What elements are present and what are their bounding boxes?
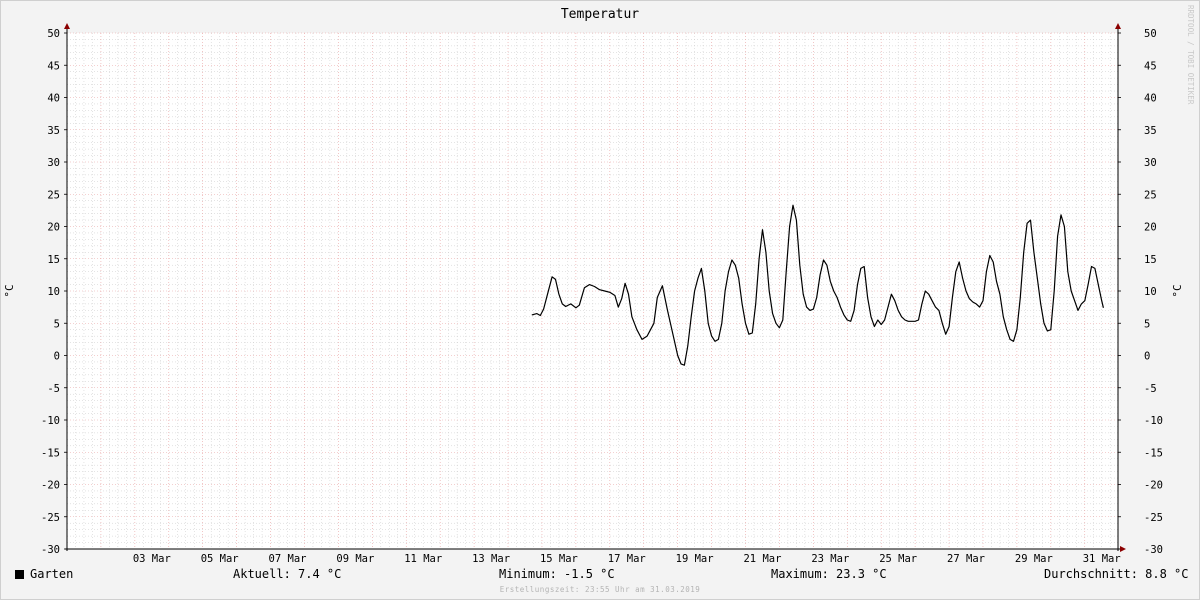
y-tick-label: -5 — [1144, 383, 1157, 395]
legend-current: Aktuell: 7.4 °C — [233, 567, 341, 581]
x-tick-label: 19 Mar — [676, 553, 714, 565]
x-tick-label: 31 Mar — [1083, 553, 1121, 565]
y-axis-left: -30 -25 -20 -15 -10 -5 0 5 10 15 20 25 30 35 40 45 50 — [41, 28, 67, 556]
y-tick-label: 0 — [54, 351, 60, 363]
creation-time-footer: Erstellungszeit: 23:55 Uhr am 31.03.2019 — [499, 585, 701, 594]
legend-avg-value: 8.8 °C — [1145, 567, 1189, 581]
y-tick-label: 40 — [1144, 93, 1157, 105]
y-tick-label: 15 — [1144, 254, 1157, 266]
x-tick-label: 25 Mar — [879, 553, 917, 565]
chart-title: Temperatur — [561, 7, 639, 22]
y-tick-label: 5 — [1144, 318, 1150, 330]
legend-max-value: 23.3 °C — [836, 567, 887, 581]
x-tick-label: 27 Mar — [947, 553, 985, 565]
y-tick-label: -15 — [41, 447, 60, 459]
y-axis-arrow — [64, 23, 70, 29]
x-axis: 03 Mar 05 Mar 07 Mar 09 Mar 11 Mar 13 Mar 15 M… — [133, 553, 1121, 565]
x-axis-arrow — [1120, 546, 1126, 552]
y-tick-label: 15 — [47, 254, 60, 266]
y-tick-label: 30 — [1144, 157, 1157, 169]
y-tick-label: 45 — [47, 60, 60, 72]
x-tick-label: 13 Mar — [472, 553, 510, 565]
legend-avg-label: Durchschnitt: — [1044, 567, 1138, 581]
y-tick-label: 35 — [1144, 125, 1157, 137]
y-tick-label: -10 — [1144, 415, 1163, 427]
y-tick-label: 50 — [1144, 28, 1157, 40]
y-tick-label: -20 — [1144, 480, 1163, 492]
x-tick-label: 21 Mar — [743, 553, 781, 565]
x-tick-label: 11 Mar — [404, 553, 442, 565]
y-axis-label-right: °C — [1171, 284, 1184, 297]
y-axis-arrow-right — [1115, 23, 1121, 29]
y-tick-label: 25 — [1144, 189, 1157, 201]
legend-minimum: Minimum: -1.5 °C — [499, 567, 615, 581]
legend-swatch-garten — [15, 570, 24, 579]
y-tick-label: -30 — [41, 544, 60, 556]
watermark: RRDTOOL / TOBI OETIKER — [1186, 5, 1195, 105]
y-tick-label: 40 — [47, 93, 60, 105]
legend-average: Durchschnitt: 8.8 °C — [1044, 567, 1189, 581]
x-tick-label: 03 Mar — [133, 553, 171, 565]
y-tick-label: -25 — [41, 512, 60, 524]
y-axis-right: -30 -25 -20 -15 -10 -5 0 5 10 15 20 25 30 35 40 45 50 — [1118, 28, 1163, 556]
x-tick-label: 05 Mar — [201, 553, 239, 565]
y-tick-label: 20 — [1144, 222, 1157, 234]
legend-min-label: Minimum: — [499, 567, 557, 581]
y-tick-label: 35 — [47, 125, 60, 137]
x-tick-label: 09 Mar — [336, 553, 374, 565]
y-tick-label: 45 — [1144, 60, 1157, 72]
y-tick-label: 0 — [1144, 351, 1150, 363]
legend-max-label: Maximum: — [771, 567, 829, 581]
x-tick-label: 29 Mar — [1015, 553, 1053, 565]
y-tick-label: -30 — [1144, 544, 1163, 556]
y-axis-label-left: °C — [3, 284, 16, 297]
y-tick-label: 10 — [47, 286, 60, 298]
x-tick-label: 23 Mar — [811, 553, 849, 565]
legend-current-value: 7.4 °C — [298, 567, 342, 581]
y-tick-label: 25 — [47, 189, 60, 201]
legend-series: Garten — [30, 567, 73, 581]
y-tick-label: 30 — [47, 157, 60, 169]
legend-series-name: Garten — [30, 567, 74, 581]
y-tick-label: -10 — [41, 415, 60, 427]
y-tick-label: -25 — [1144, 512, 1163, 524]
legend-min-value: -1.5 °C — [564, 567, 615, 581]
y-tick-label: 5 — [54, 318, 60, 330]
y-tick-label: -15 — [1144, 447, 1163, 459]
x-tick-label: 15 Mar — [540, 553, 578, 565]
legend-maximum: Maximum: 23.3 °C — [771, 567, 887, 581]
y-tick-label: -20 — [41, 480, 60, 492]
y-tick-label: 20 — [47, 222, 60, 234]
y-tick-label: 50 — [47, 28, 60, 40]
y-tick-label: 10 — [1144, 286, 1157, 298]
x-tick-label: 17 Mar — [608, 553, 646, 565]
x-tick-label: 07 Mar — [269, 553, 307, 565]
temperature-chart: -30-25-20-15-10-505101520253035404550 -3… — [3, 5, 1195, 565]
legend-current-label: Aktuell: — [233, 567, 291, 581]
y-tick-label: -5 — [47, 383, 60, 395]
